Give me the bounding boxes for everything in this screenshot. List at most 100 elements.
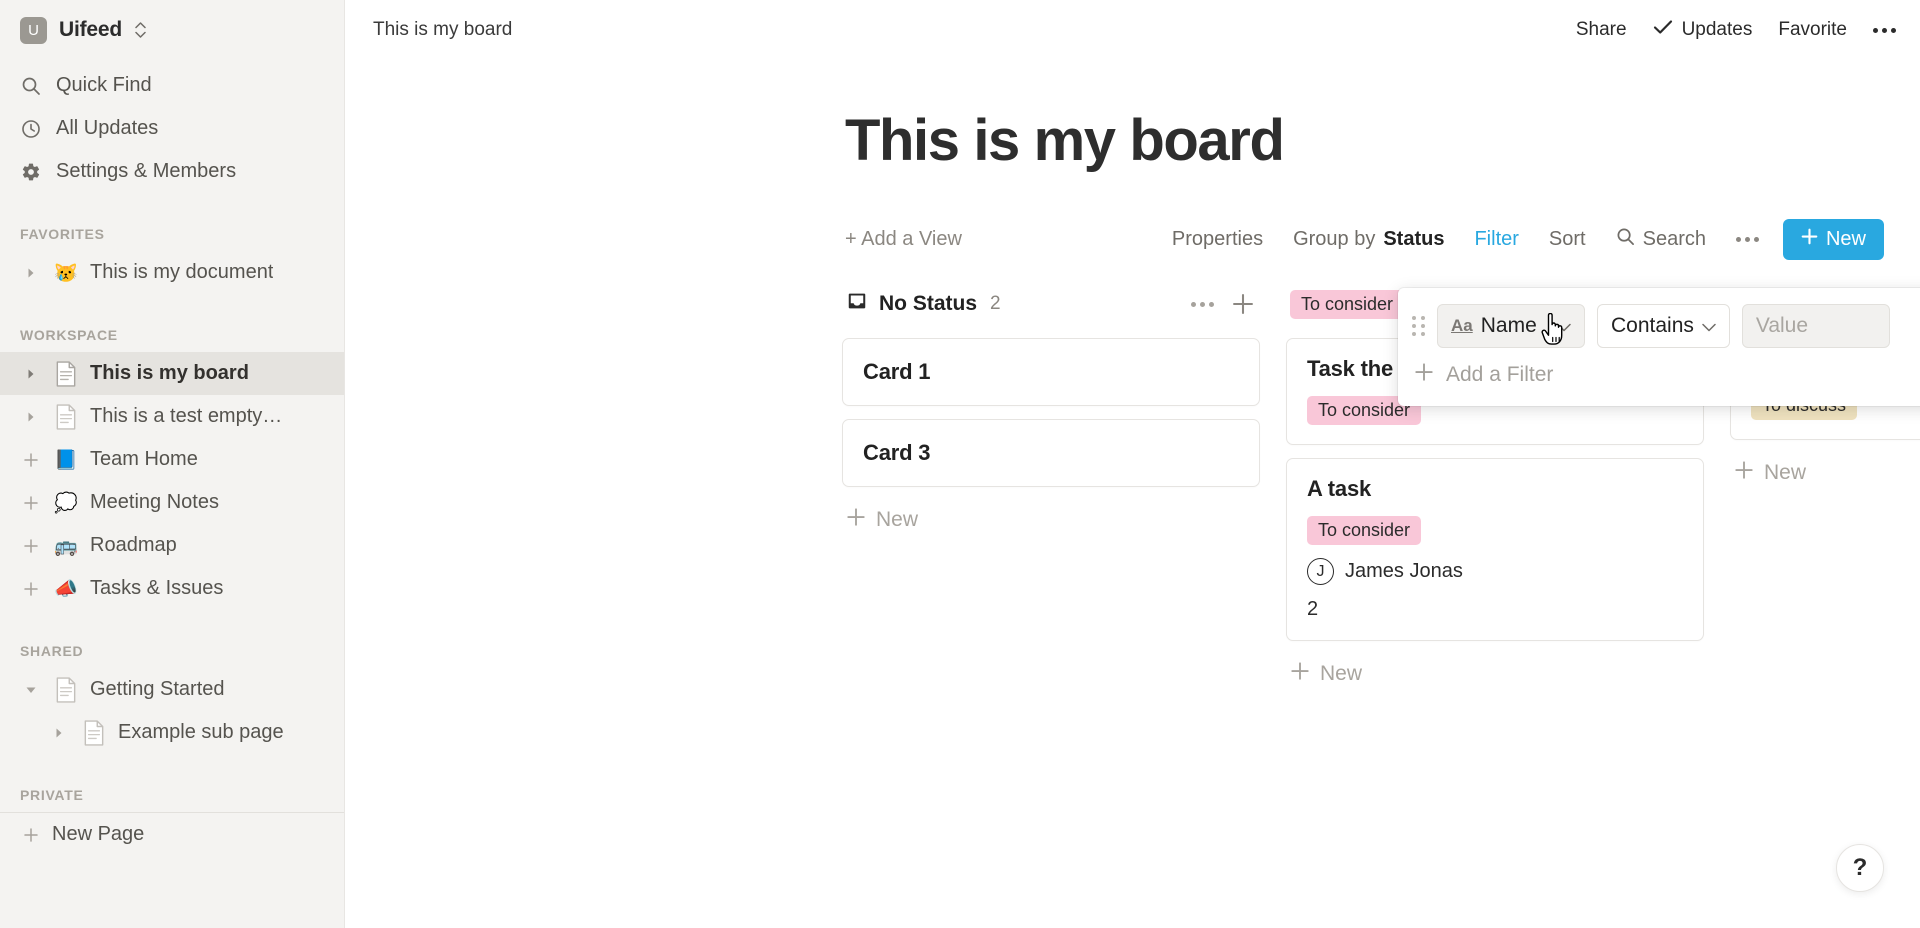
breadcrumb[interactable]: This is my board <box>373 19 512 41</box>
plus-icon[interactable] <box>20 581 42 597</box>
sidebar-item-label: All Updates <box>56 117 159 139</box>
chevron-down-icon <box>1557 314 1571 338</box>
search-label: Search <box>1642 227 1706 250</box>
column-header: No Status 2 <box>842 284 1260 324</box>
add-view-button[interactable]: + Add a View <box>845 228 962 251</box>
toolbar-more-icon[interactable] <box>1735 236 1759 242</box>
sidebar-item-settings-members[interactable]: Settings & Members <box>0 150 344 193</box>
filter-property-select[interactable]: Aa Name <box>1437 304 1585 348</box>
column-title-label: No Status <box>879 292 978 315</box>
column-more-icon[interactable] <box>1191 301 1214 307</box>
plus-icon <box>1414 362 1434 388</box>
properties-button[interactable]: Properties <box>1172 228 1263 251</box>
section-label-shared: SHARED <box>20 643 84 659</box>
plus-icon[interactable] <box>20 538 42 554</box>
chevron-right-icon[interactable] <box>48 727 70 739</box>
filter-popover: Aa Name Contains Value Add a Filter <box>1398 288 1920 406</box>
card-assignee: J James Jonas <box>1307 558 1683 585</box>
plus-icon[interactable] <box>20 452 42 468</box>
sidebar-item-label: Getting Started <box>90 678 225 700</box>
assignee-name: James Jonas <box>1345 560 1463 582</box>
chevron-down-icon <box>1702 314 1716 338</box>
page-emoji-icon: 💭 <box>54 492 78 514</box>
sidebar-item-tasks-issues[interactable]: 📣 Tasks & Issues <box>0 567 344 610</box>
chevron-right-icon[interactable] <box>20 368 42 380</box>
workspace-name: Uifeed <box>59 18 122 41</box>
sidebar-item-all-updates[interactable]: All Updates <box>0 107 344 150</box>
filter-button[interactable]: Filter <box>1474 228 1518 251</box>
sidebar-item-getting-started[interactable]: Getting Started <box>0 668 344 711</box>
favorite-button[interactable]: Favorite <box>1778 19 1847 41</box>
more-options-icon[interactable] <box>1873 27 1896 33</box>
sidebar-item-label: Settings & Members <box>56 160 237 182</box>
share-button[interactable]: Share <box>1576 19 1627 41</box>
card-title: A task <box>1307 476 1372 501</box>
sort-button[interactable]: Sort <box>1549 228 1586 251</box>
document-icon <box>52 403 80 430</box>
updates-label: Updates <box>1681 19 1753 40</box>
section-label-favorites: FAVORITES <box>20 226 105 242</box>
drag-handle-icon[interactable] <box>1412 316 1425 336</box>
new-label: New <box>1764 461 1807 484</box>
add-filter-label: Add a Filter <box>1446 363 1554 386</box>
filter-value-input[interactable] <box>1741 304 1890 348</box>
card-title: Card 3 <box>863 440 931 465</box>
chevron-right-icon[interactable] <box>20 267 42 279</box>
group-by-prefix: Group by <box>1293 227 1376 250</box>
chevron-right-icon[interactable] <box>20 411 42 423</box>
sidebar-item-label: New Page <box>52 823 145 845</box>
text-property-icon: Aa <box>1451 316 1473 335</box>
board-card[interactable]: A task To consider J James Jonas 2 <box>1286 458 1704 641</box>
chevron-down-icon[interactable] <box>20 684 42 696</box>
new-button[interactable]: New <box>1782 218 1884 260</box>
board-column-no-status: No Status 2 Card 1 Card 3 New <box>842 284 1260 882</box>
page-emoji-icon: 📣 <box>54 578 78 600</box>
filter-row: Aa Name Contains <box>1398 302 1920 350</box>
sidebar-item-label: Quick Find <box>56 74 152 96</box>
sort-label: Sort <box>1548 227 1586 250</box>
new-label: New <box>876 508 919 531</box>
workspace-avatar: U <box>20 16 47 44</box>
section-label-workspace: WORKSPACE <box>20 327 118 343</box>
search-icon <box>20 76 42 96</box>
plus-icon[interactable] <box>20 827 42 843</box>
sidebar-item-example-sub-page[interactable]: Example sub page <box>0 711 344 754</box>
updates-button[interactable]: Updates <box>1653 19 1753 41</box>
workspace-switcher[interactable]: U Uifeed <box>0 8 344 54</box>
status-badge: To consider <box>1290 289 1405 319</box>
plus-icon[interactable] <box>20 495 42 511</box>
search-button[interactable]: Search <box>1616 227 1706 252</box>
sidebar-item-this-is-a-test-empty[interactable]: This is a test empty… <box>0 395 344 438</box>
column-new-card-button[interactable]: New <box>1286 654 1704 694</box>
sidebar-item-this-is-my-board[interactable]: This is my board <box>0 352 344 395</box>
app-root: U Uifeed Quick Find All Updates Settings… <box>0 0 1920 928</box>
sidebar-item-new-page[interactable]: New Page <box>0 813 344 856</box>
sidebar-item-quick-find[interactable]: Quick Find <box>0 64 344 107</box>
gear-icon <box>20 162 42 182</box>
column-new-card-button[interactable]: New <box>842 500 1260 540</box>
sidebar-item-label: This is my board <box>90 362 249 384</box>
sidebar-item-team-home[interactable]: 📘 Team Home <box>0 438 344 481</box>
sidebar-item-this-is-my-document[interactable]: 😿 This is my document <box>0 251 344 294</box>
favorite-label: Favorite <box>1778 19 1847 40</box>
sidebar-item-label: Tasks & Issues <box>90 577 224 599</box>
page-title: This is my board <box>845 108 1285 173</box>
column-add-card-icon[interactable] <box>1232 293 1254 315</box>
add-filter-button[interactable]: Add a Filter <box>1398 350 1920 396</box>
sidebar-item-meeting-notes[interactable]: 💭 Meeting Notes <box>0 481 344 524</box>
plus-icon <box>1290 661 1310 687</box>
filter-label: Filter <box>1474 227 1519 250</box>
sidebar-item-roadmap[interactable]: 🚌 Roadmap <box>0 524 344 567</box>
board-card[interactable]: Card 3 <box>842 419 1260 487</box>
group-by-button[interactable]: Group by Status <box>1293 228 1444 251</box>
column-title[interactable]: No Status <box>846 290 977 318</box>
column-title[interactable]: To consider <box>1290 289 1405 319</box>
document-icon <box>52 360 80 387</box>
clock-icon <box>20 119 42 139</box>
document-icon <box>80 719 108 746</box>
filter-operator-select[interactable]: Contains <box>1597 304 1730 348</box>
board-card[interactable]: Card 1 <box>842 338 1260 406</box>
help-button[interactable]: ? <box>1836 844 1884 892</box>
column-new-card-button[interactable]: New <box>1730 453 1920 493</box>
new-label: New <box>1825 227 1866 250</box>
